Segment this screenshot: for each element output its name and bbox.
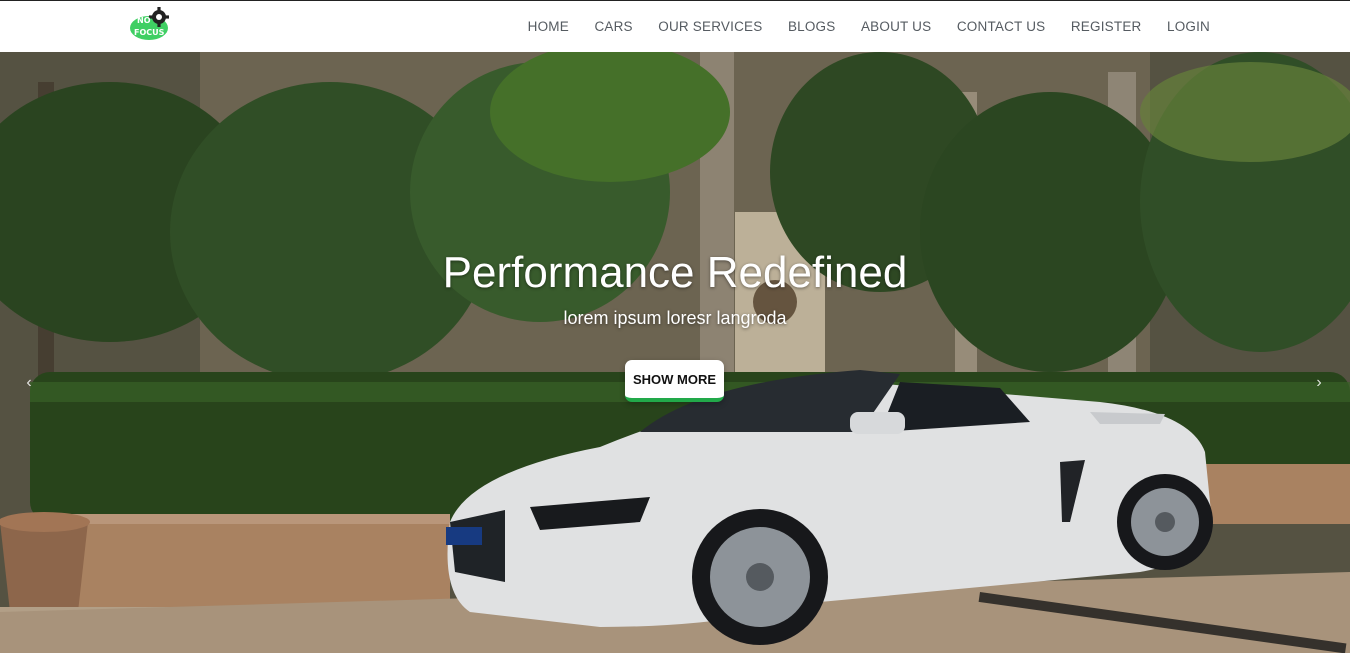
brand-logo[interactable]: NO FOCUS	[128, 6, 174, 42]
nav-item-services[interactable]: OUR SERVICES	[658, 19, 762, 34]
hero-caption: Performance Redefined lorem ipsum loresr…	[0, 52, 1350, 653]
hero-title: Performance Redefined	[442, 248, 908, 297]
nav-item-login[interactable]: LOGIN	[1167, 19, 1210, 34]
nav-item-register[interactable]: REGISTER	[1071, 19, 1142, 34]
hero-subtitle: lorem ipsum loresr langroda	[563, 308, 787, 328]
nav-item-home[interactable]: HOME	[528, 19, 569, 34]
hero-carousel: Performance Redefined lorem ipsum loresr…	[0, 52, 1350, 653]
nav-item-about[interactable]: ABOUT US	[861, 19, 931, 34]
show-more-button[interactable]: SHOW MORE	[625, 360, 724, 402]
nav-item-blogs[interactable]: BLOGS	[788, 19, 836, 34]
svg-text:FOCUS: FOCUS	[134, 28, 165, 37]
gear-logo-icon: NO FOCUS	[130, 7, 169, 40]
nav-item-contact[interactable]: CONTACT US	[957, 19, 1046, 34]
navbar: NO FOCUS HOME CARS OUR SERVICES BLOGS AB…	[0, 0, 1350, 52]
chevron-left-icon[interactable]: ‹	[14, 368, 44, 398]
svg-text:NO: NO	[137, 16, 151, 25]
nav-item-cars[interactable]: CARS	[594, 19, 632, 34]
chevron-right-icon[interactable]: ›	[1304, 368, 1334, 398]
main-nav: HOME CARS OUR SERVICES BLOGS ABOUT US CO…	[502, 1, 1210, 51]
